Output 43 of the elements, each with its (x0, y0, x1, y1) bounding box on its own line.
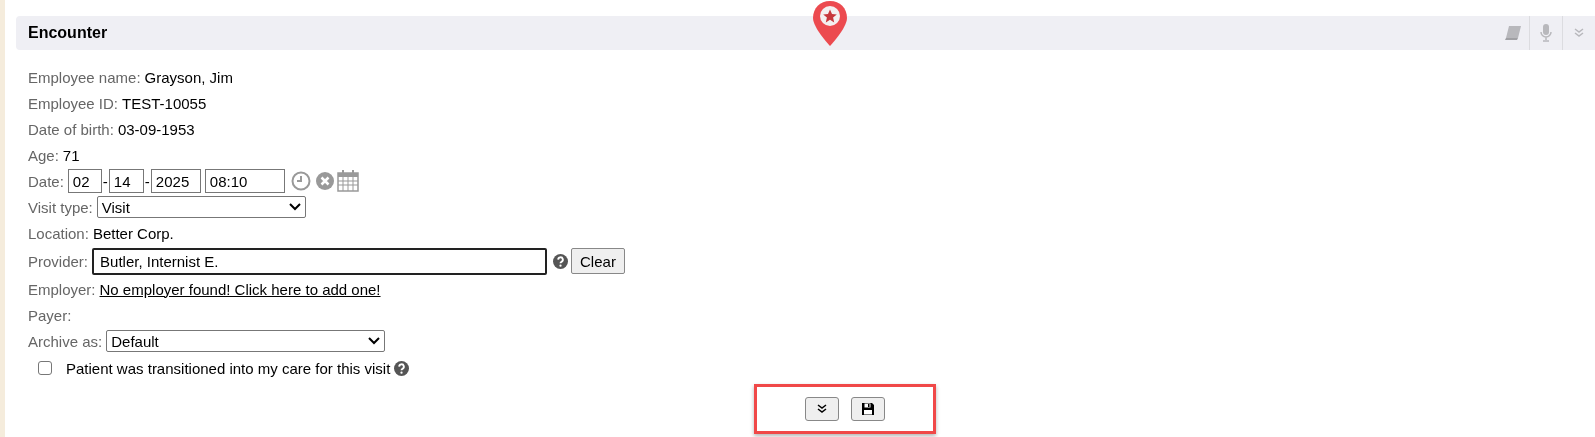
save-button[interactable] (851, 397, 885, 421)
date-separator: - (144, 172, 150, 190)
clear-button[interactable]: Clear (571, 248, 625, 274)
dropdown[interactable]: Default (106, 330, 386, 352)
field-label: Employee ID: (28, 94, 119, 112)
field-label: Location: (28, 224, 89, 242)
field-label: Employer: (28, 280, 96, 298)
collapse-icon[interactable] (1574, 28, 1584, 38)
employer-link[interactable]: No employer found! Click here to add one! (99, 280, 381, 298)
dropdown[interactable]: Visit (96, 196, 306, 218)
field-label: Employee name: (28, 68, 141, 86)
date-separator: - (102, 172, 108, 190)
provider-field[interactable]: Butler, Internist E. (92, 247, 548, 275)
field-label: Visit type: (28, 198, 93, 216)
microphone-icon[interactable] (1540, 24, 1552, 42)
date-input[interactable]: 14 (108, 169, 144, 193)
help-icon[interactable] (553, 253, 569, 269)
help-icon[interactable] (394, 360, 410, 376)
field-label: Archive as: (28, 332, 103, 350)
panel-title: Encounter (28, 24, 109, 42)
field-label: Provider: (28, 252, 89, 270)
field-label: Date: (28, 172, 64, 190)
date-input[interactable]: 02 (67, 169, 102, 193)
clear-icon[interactable] (314, 171, 335, 191)
chevron-down-icon (288, 203, 301, 211)
date-input[interactable]: 2025 (150, 169, 201, 193)
expand-button[interactable] (805, 397, 839, 421)
checkbox[interactable] (38, 361, 52, 375)
field-label: Date of birth: (28, 120, 114, 138)
field-label: Payer: (28, 306, 72, 324)
field-value: Grayson, Jim (144, 68, 233, 86)
double-chevron-icon (817, 404, 827, 414)
field-value: Better Corp. (92, 224, 174, 242)
date-input[interactable]: 08:10 (204, 169, 285, 193)
field-value: 71 (62, 146, 80, 164)
save-icon (861, 402, 875, 416)
field-value: TEST-10055 (122, 94, 207, 112)
chevron-down-icon (368, 337, 381, 345)
checkbox-label: Patient was transitioned into my care for this visit (66, 359, 391, 377)
field-label: Age: (28, 146, 59, 164)
calendar-icon[interactable] (336, 170, 359, 192)
field-value: 03-09-1953 (117, 120, 195, 138)
clock-icon[interactable] (290, 171, 311, 191)
